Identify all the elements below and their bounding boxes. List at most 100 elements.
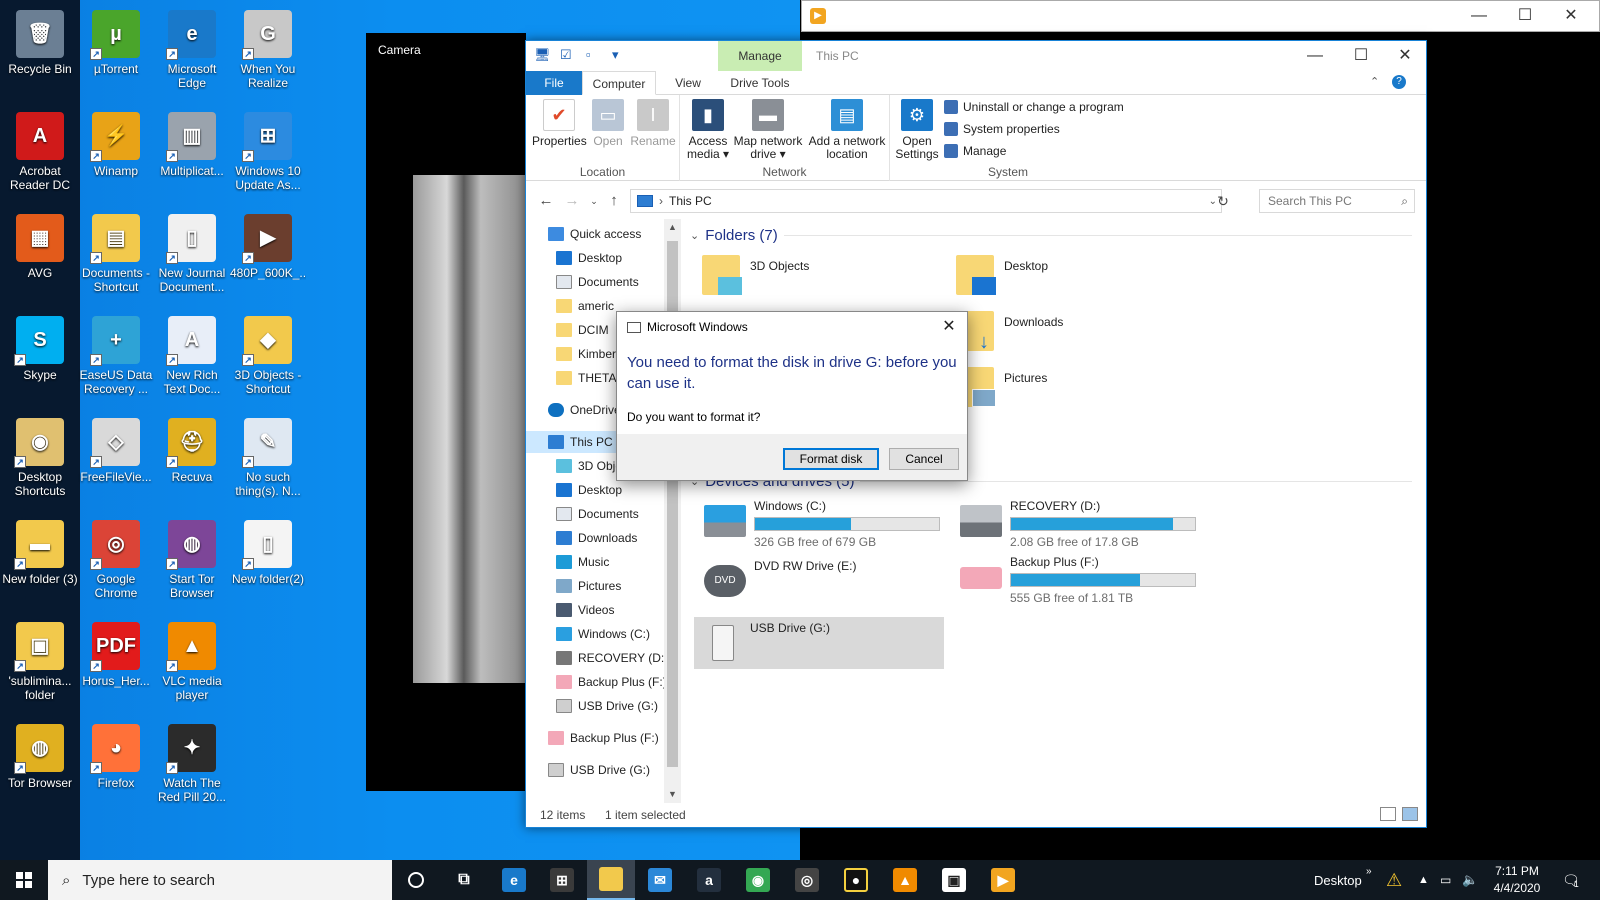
recent-locations-button[interactable]: ⌄	[584, 191, 604, 211]
up-button[interactable]: ↑	[604, 191, 624, 211]
nav-item-quick-access[interactable]: Quick access	[548, 223, 641, 245]
system-properties-button[interactable]: System properties	[944, 119, 1060, 139]
nav-item-pictures[interactable]: Pictures	[556, 575, 621, 597]
desktop-icon-item[interactable]: ◕ ↗ Firefox	[78, 720, 154, 820]
battery-icon[interactable]: ▭	[1440, 860, 1451, 900]
desktop-icon-item[interactable]: ▣ ↗'sublimina... folder	[2, 618, 78, 718]
desktop-icon-item[interactable]: ◍ ↗ Tor Browser	[2, 720, 78, 820]
nav-item-music[interactable]: Music	[556, 551, 609, 573]
format-disk-dialog[interactable]: Microsoft Windows ✕ You need to format t…	[616, 311, 968, 481]
desktop-icon-item[interactable]: ▥ ↗ Multiplicat...	[154, 108, 230, 208]
desktop-icon-item[interactable]: A ↗ New Rich Text Doc...	[154, 312, 230, 412]
desktop-icon-item[interactable]: ▤ ↗ Documents - Shortcut	[78, 210, 154, 310]
taskbar-store[interactable]: ⊞	[538, 860, 586, 900]
desktop-icon-item[interactable]: 🗑 Recycle Bin	[2, 6, 78, 106]
maximize-button[interactable]: ☐	[1338, 41, 1384, 71]
help-icon[interactable]: ?	[1392, 75, 1406, 89]
nav-item-downloads[interactable]: Downloads	[556, 527, 637, 549]
maximize-button[interactable]: ☐	[1502, 1, 1548, 31]
tab-drive-tools[interactable]: Drive Tools	[718, 71, 802, 95]
properties-check-icon[interactable]: ☑	[560, 47, 576, 63]
drive-dvd-e[interactable]: DVD DVD RW Drive (E:)	[698, 555, 948, 607]
desktop-icon-item[interactable]: ▬ ↗ New folder (3)	[2, 516, 78, 616]
volume-icon[interactable]: 🔈	[1462, 860, 1478, 900]
refresh-button[interactable]: ↻	[1212, 189, 1234, 213]
media-player-window[interactable]: ▶ — ☐ ✕	[801, 0, 1600, 32]
nav-item-theta[interactable]: THETA	[556, 367, 616, 389]
tab-file[interactable]: File	[526, 71, 582, 95]
taskbar-amazon[interactable]: a	[685, 860, 733, 900]
forward-button[interactable]: →	[562, 191, 582, 211]
desktop-icon-item[interactable]: ◎ ↗ Google Chrome	[78, 516, 154, 616]
nav-item-backup-f[interactable]: Backup Plus (F:)	[556, 671, 667, 693]
nav-item-usb-g[interactable]: USB Drive (G:)	[556, 695, 658, 717]
desktop-icon-item[interactable]: S ↗ Skype	[2, 312, 78, 412]
desktop-icon-item[interactable]: G ↗ When You Realize	[230, 6, 306, 106]
taskbar-vlc[interactable]: ▲	[881, 860, 929, 900]
desktop-icon-item[interactable]: PDF ↗ Horus_Her...	[78, 618, 154, 718]
dialog-titlebar[interactable]: Microsoft Windows	[617, 312, 967, 342]
taskbar-edge[interactable]: e	[490, 860, 538, 900]
nav-item-onedrive[interactable]: OneDrive	[548, 399, 621, 421]
desktop-icon-item[interactable]: ▯ ↗ New folder(2)	[230, 516, 306, 616]
nav-item-desktop-pc[interactable]: Desktop	[556, 479, 622, 501]
properties-button[interactable]: ✔ Properties	[532, 99, 587, 148]
rename-button[interactable]: I Rename	[630, 99, 676, 148]
nav-scrollbar[interactable]: ▲ ▼	[664, 219, 681, 803]
large-icons-view-icon[interactable]	[1402, 807, 1418, 821]
taskbar-mail[interactable]: ✉	[636, 860, 684, 900]
format-disk-button[interactable]: Format disk	[783, 448, 879, 470]
nav-item-americ[interactable]: americ	[556, 295, 614, 317]
desktop-icon-item[interactable]: ◆ ↗ 3D Objects - Shortcut	[230, 312, 306, 412]
manage-button[interactable]: Manage	[944, 141, 1006, 161]
desktop-icon-item[interactable]: A Acrobat Reader DC	[2, 108, 78, 208]
nav-item-windows-c[interactable]: Windows (C:)	[556, 623, 650, 645]
start-button[interactable]	[0, 860, 48, 900]
open-button[interactable]: ▭ Open	[588, 99, 628, 148]
dialog-close-button[interactable]: ✕	[937, 315, 961, 339]
open-settings-button[interactable]: ⚙ Open Settings	[894, 99, 940, 161]
content-pane[interactable]: ⌄ Folders (7) 3D Objects Desktop ↓ Downlo…	[686, 219, 1426, 803]
breadcrumb[interactable]: This PC	[669, 194, 712, 208]
desktop-icon-item[interactable]: ▦ AVG	[2, 210, 78, 310]
collapse-ribbon-icon[interactable]: ⌃	[1370, 75, 1379, 88]
desktop-icon-item[interactable]: ✎ ↗ No such thing(s). N...	[230, 414, 306, 514]
desktop-icon-item[interactable]: ▯ ↗ New Journal Document...	[154, 210, 230, 310]
minimize-button[interactable]: —	[1292, 41, 1338, 71]
address-bar[interactable]: › This PC ⌄	[630, 189, 1222, 213]
notification-center-icon[interactable]: 🗨 1	[1562, 860, 1580, 900]
task-view-button[interactable]: ⧉	[440, 860, 488, 900]
nav-item-documents[interactable]: Documents📌	[556, 271, 666, 293]
nav-item-recovery-d[interactable]: RECOVERY (D:)	[556, 647, 668, 669]
add-network-location-button[interactable]: ▤ Add a network location	[806, 99, 888, 161]
desktop-icon-item[interactable]: ⛑ ↗ Recuva	[154, 414, 230, 514]
nav-item-desktop[interactable]: Desktop📌	[556, 247, 666, 269]
tab-view[interactable]: View	[660, 71, 716, 95]
drive-usb-g[interactable]: USB Drive (G:)	[694, 617, 944, 669]
taskbar-search-box[interactable]: ⌕ Type here to search	[48, 860, 392, 900]
desktop-icon-item[interactable]: ▶ ↗ 480P_600K_...	[230, 210, 306, 310]
taskbar-camera-app[interactable]: ◎	[783, 860, 831, 900]
camera-window[interactable]: Camera	[366, 33, 526, 791]
nav-item-documents-pc[interactable]: Documents	[556, 503, 639, 525]
scroll-up-icon[interactable]: ▲	[664, 219, 681, 236]
back-button[interactable]: ←	[536, 191, 556, 211]
desktop-icon-item[interactable]: ⚡ ↗ Winamp	[78, 108, 154, 208]
show-hidden-icons-icon[interactable]: ▲	[1418, 860, 1429, 900]
navigation-pane[interactable]: Quick access Desktop📌 Documents📌 americ …	[526, 219, 681, 803]
nav-item-dcim[interactable]: DCIM	[556, 319, 609, 341]
folder-pictures[interactable]: Pictures	[956, 367, 1047, 417]
warning-icon[interactable]: ⚠	[1386, 860, 1402, 900]
details-view-icon[interactable]	[1380, 807, 1396, 821]
search-input[interactable]: Search This PC ⌕	[1259, 189, 1415, 213]
folder-desktop[interactable]: Desktop	[956, 255, 1048, 305]
map-network-drive-button[interactable]: ▬ Map network drive ▾	[732, 99, 804, 161]
drive-recovery-d[interactable]: RECOVERY (D:) 2.08 GB free of 17.8 GB	[954, 495, 1204, 549]
minimize-button[interactable]: —	[1456, 1, 1502, 31]
desktop-icon-item[interactable]: ✦ ↗ Watch The Red Pill 20...	[154, 720, 230, 820]
scroll-down-icon[interactable]: ▼	[664, 786, 681, 803]
nav-item-backup-f-root[interactable]: Backup Plus (F:)	[548, 727, 659, 749]
desktop-icon-item[interactable]: ◍ ↗ Start Tor Browser	[154, 516, 230, 616]
customize-qat-icon[interactable]: ▾	[612, 47, 628, 63]
taskbar-camera[interactable]: ▣	[930, 860, 978, 900]
